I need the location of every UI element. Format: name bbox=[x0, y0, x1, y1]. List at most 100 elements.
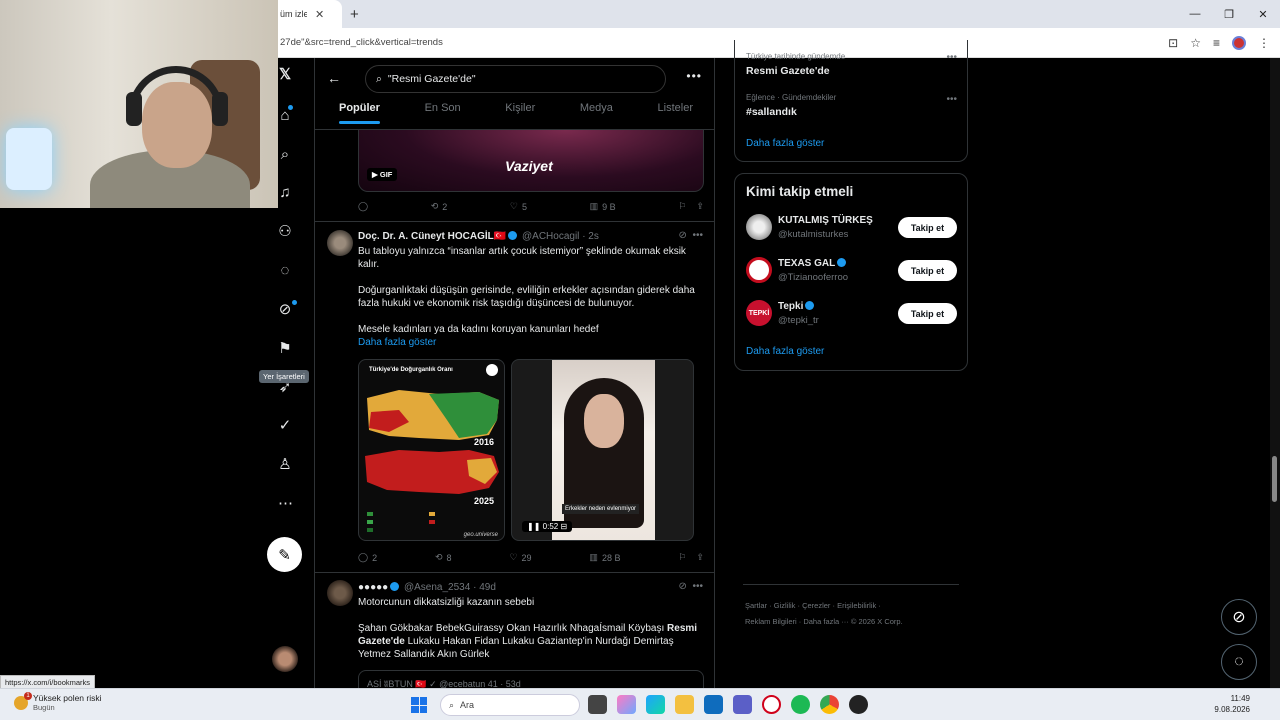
post-time[interactable]: · 49d bbox=[473, 582, 496, 593]
profile-avatar[interactable] bbox=[1232, 36, 1246, 50]
user-avatar[interactable] bbox=[746, 214, 772, 240]
author-avatar[interactable] bbox=[327, 230, 353, 256]
trend-more-icon[interactable]: ••• bbox=[946, 94, 957, 105]
restore-button[interactable]: ❐ bbox=[1212, 8, 1246, 21]
author-handle[interactable]: @ACHocagil bbox=[522, 231, 579, 242]
window-close-button[interactable]: ✕ bbox=[1246, 8, 1280, 21]
gif-logo: Vaziyet bbox=[505, 158, 553, 174]
follow-button[interactable]: Takip et bbox=[898, 217, 957, 238]
post-menu[interactable]: ⊘ ••• bbox=[679, 230, 703, 241]
tepki-logo[interactable]: TEPKİ bbox=[746, 300, 772, 326]
follow-button[interactable]: Takip et bbox=[898, 260, 957, 281]
messages-icon[interactable]: ◌ bbox=[278, 263, 292, 278]
explore-search-icon[interactable]: ⌕ bbox=[278, 147, 292, 162]
fertility-map-image[interactable]: Türkiye'de Doğurganlık Oranı 2016 2025 g… bbox=[358, 359, 505, 541]
trend-more-icon[interactable]: ••• bbox=[946, 52, 957, 63]
trend-item[interactable]: #sallandık bbox=[746, 106, 797, 118]
tab-people[interactable]: Kişiler bbox=[505, 102, 535, 124]
reply-button[interactable]: ◯ bbox=[358, 201, 368, 212]
like-button[interactable]: ♡ 5 bbox=[510, 201, 527, 212]
follow-suggestion[interactable]: KUTALMIŞ TÜRKEŞ @kutalmisturkes Takip et bbox=[746, 214, 958, 244]
weather-widget[interactable]: 1 Yüksek polen riski Bugün bbox=[14, 691, 102, 712]
install-icon[interactable]: ⊡ bbox=[1168, 36, 1178, 50]
gif-media[interactable]: ▶ GIF Vaziyet bbox=[358, 130, 704, 192]
share-buttons[interactable]: ⚐ ⇪ bbox=[678, 552, 704, 563]
follow-people-icon[interactable]: ⚇ bbox=[278, 224, 292, 239]
show-more-trends-link[interactable]: Daha fazla göster bbox=[746, 138, 824, 149]
video-player[interactable]: Erkekler neden evlenmiyor ❚❚ 0:52 ⊟ bbox=[511, 359, 694, 541]
tweet-header: Doç. Dr. A. Cüneyt HOCAGİL🇹🇷 @ACHocagil … bbox=[358, 231, 599, 242]
search-options-icon[interactable]: ••• bbox=[686, 69, 702, 83]
media-icon[interactable]: ≡ bbox=[1213, 36, 1220, 50]
tweet-text: Motorcunun dikkatsizliği kazanın sebebi … bbox=[358, 597, 698, 660]
footer-links[interactable]: Şartlar · Gizlilik · Çerezler · Erişileb… bbox=[745, 598, 965, 630]
post-time[interactable]: · 2s bbox=[582, 231, 599, 242]
map-graphic bbox=[365, 390, 499, 532]
views-button[interactable]: ▥ 28 B bbox=[589, 552, 620, 563]
show-more-link[interactable]: Daha fazla göster bbox=[358, 336, 704, 349]
follow-button[interactable]: Takip et bbox=[898, 303, 957, 324]
account-avatar[interactable] bbox=[272, 646, 298, 672]
copilot-icon[interactable] bbox=[617, 695, 636, 714]
obs-icon[interactable] bbox=[849, 695, 868, 714]
system-clock[interactable]: 11:49 9.08.2026 bbox=[1214, 693, 1250, 715]
messages-fab-icon[interactable]: ◌ bbox=[1221, 644, 1257, 680]
menu-icon[interactable]: ⋮ bbox=[1258, 36, 1270, 50]
repost-button[interactable]: ⟲ 8 bbox=[435, 552, 452, 563]
compose-post-button[interactable]: ✎ bbox=[267, 537, 302, 572]
windows-start-icon[interactable] bbox=[411, 697, 427, 713]
new-tab-button[interactable]: + bbox=[350, 6, 359, 23]
edge-icon[interactable] bbox=[646, 695, 665, 714]
author-name[interactable]: ●●●●● bbox=[358, 582, 388, 593]
bookmarks-icon[interactable]: ⚑ bbox=[278, 341, 292, 356]
reply-button[interactable]: ◯ 2 bbox=[358, 552, 377, 563]
url-text[interactable]: 27de"&src=trend_click&vertical=trends bbox=[278, 37, 443, 48]
user-avatar[interactable] bbox=[746, 257, 772, 283]
verified-badge-icon bbox=[805, 301, 815, 310]
follow-suggestion[interactable]: TEXAS GAL @Tizianooferroo Takip et bbox=[746, 257, 958, 287]
spotify-icon[interactable] bbox=[791, 695, 810, 714]
like-button[interactable]: ♡ 29 bbox=[509, 552, 531, 563]
file-explorer-icon[interactable] bbox=[675, 695, 694, 714]
home-icon[interactable]: ⌂ bbox=[278, 108, 292, 123]
quoted-post[interactable]: ASİ ʬBTUN 🇹🇷 ✓ @ecebatun 41 · 53d bbox=[358, 670, 704, 688]
follow-suggestion[interactable]: TEPKİ Tepki @tepki_tr Takip et bbox=[746, 300, 958, 330]
main-column: ← ⌕ "Resmi Gazete'de" ••• Popüler En Son… bbox=[314, 58, 715, 688]
post-actions: ◯ 2 ⟲ 8 ♡ 29 ▥ 28 B ⚐ ⇪ bbox=[358, 552, 704, 563]
teams-icon[interactable] bbox=[733, 695, 752, 714]
task-view-icon[interactable] bbox=[588, 695, 607, 714]
author-avatar[interactable] bbox=[327, 580, 353, 606]
back-arrow-icon[interactable]: ← bbox=[327, 70, 341, 86]
video-controls[interactable]: ❚❚ 0:52 ⊟ bbox=[522, 521, 573, 532]
x-logo-icon[interactable]: 𝕏 bbox=[278, 67, 292, 82]
outlook-icon[interactable] bbox=[704, 695, 723, 714]
notifications-bell-icon[interactable]: ♫ bbox=[278, 185, 292, 200]
tab-lists[interactable]: Listeler bbox=[658, 102, 693, 124]
show-more-follow-link[interactable]: Daha fazla göster bbox=[746, 346, 824, 357]
close-icon[interactable]: ✕ bbox=[315, 8, 342, 21]
minimize-button[interactable]: — bbox=[1178, 8, 1212, 20]
jobs-rocket-icon[interactable]: ➶ bbox=[278, 380, 292, 395]
tab-latest[interactable]: En Son bbox=[425, 102, 461, 124]
trend-item[interactable]: Resmi Gazete'de bbox=[746, 65, 830, 77]
more-options-icon[interactable]: ⋯ bbox=[278, 496, 293, 511]
bookmark-star-icon[interactable]: ☆ bbox=[1190, 36, 1201, 50]
tab-media[interactable]: Medya bbox=[580, 102, 613, 124]
grok-fab-icon[interactable]: ⊘ bbox=[1221, 599, 1257, 635]
chrome-icon[interactable] bbox=[820, 695, 839, 714]
grok-icon[interactable]: ⊘ bbox=[278, 302, 292, 317]
tab-popular[interactable]: Popüler bbox=[339, 102, 380, 124]
browser-tab[interactable]: üm izle | Ar ✕ bbox=[278, 0, 342, 28]
author-name[interactable]: Doç. Dr. A. Cüneyt HOCAGİL bbox=[358, 231, 494, 242]
opera-icon[interactable] bbox=[762, 695, 781, 714]
author-handle[interactable]: @Asena_2534 bbox=[404, 582, 470, 593]
search-input[interactable]: ⌕ "Resmi Gazete'de" bbox=[365, 65, 666, 93]
share-buttons[interactable]: ⚐ ⇪ bbox=[678, 201, 704, 212]
profile-icon[interactable]: ♙ bbox=[278, 457, 292, 472]
post-menu[interactable]: ⊘ ••• bbox=[679, 581, 703, 592]
verified-orgs-icon[interactable]: ✓ bbox=[278, 418, 292, 433]
scrollbar[interactable] bbox=[1270, 58, 1280, 688]
views-button[interactable]: ▥ 9 B bbox=[590, 201, 616, 212]
taskbar-search[interactable]: ⌕ Ara bbox=[440, 694, 580, 716]
repost-button[interactable]: ⟲ 2 bbox=[431, 201, 448, 212]
